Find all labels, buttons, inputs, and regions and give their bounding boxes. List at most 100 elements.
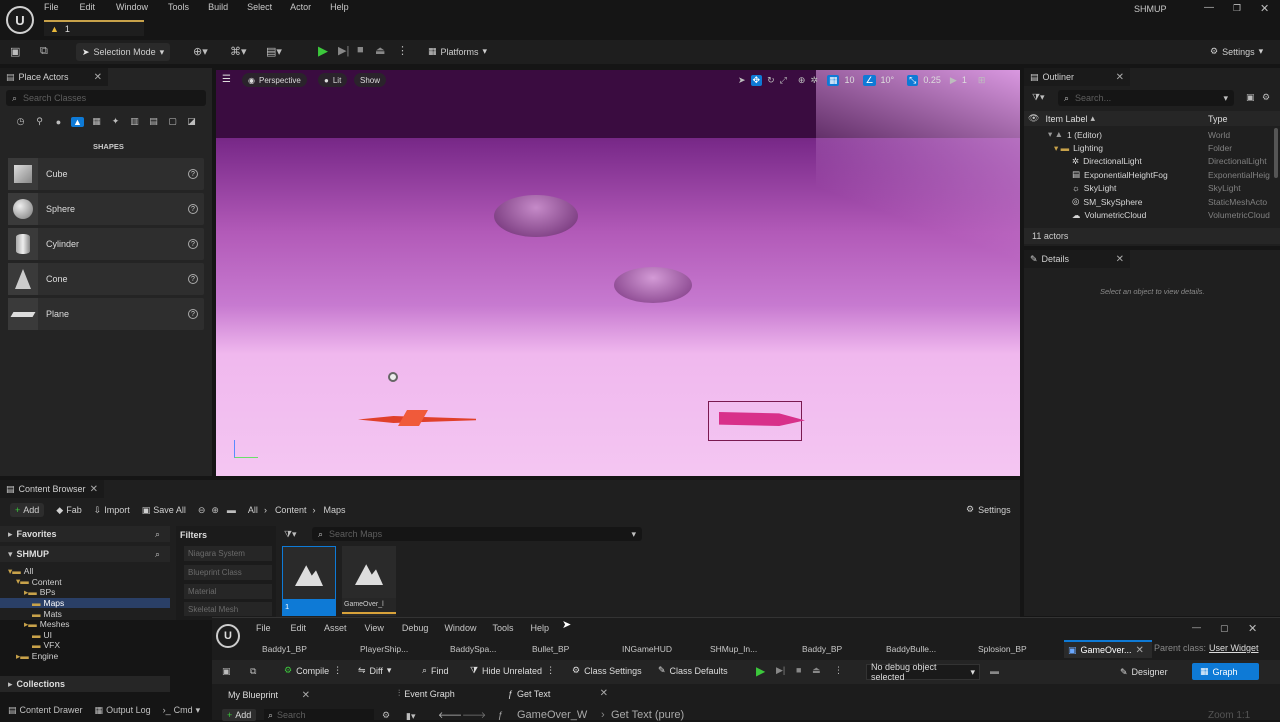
outliner-settings-icon[interactable]: ⚙ [1262, 92, 1270, 103]
filter-material[interactable]: Material [184, 584, 272, 599]
breadcrumb-all[interactable]: All [248, 505, 258, 515]
bp-tab[interactable]: PlayerShip... [354, 644, 444, 654]
search-icon[interactable]: ⌕ [155, 529, 160, 540]
menu-edit[interactable]: Edit [80, 2, 96, 12]
forward-icon[interactable]: ⊕ [211, 505, 219, 516]
viewport-layout-icon[interactable]: ⊞ [978, 75, 986, 86]
close-icon[interactable]: ✕ [1136, 645, 1144, 656]
designer-button[interactable]: ✎ Designer [1120, 664, 1168, 680]
class-settings-button[interactable]: ⚙ Class Settings [572, 665, 642, 676]
place-actors-tab[interactable]: ▤ Place Actors ✕ [0, 68, 108, 86]
eject-icon[interactable]: ⏏ [812, 665, 821, 676]
angle-snap-value[interactable]: 10° [881, 75, 895, 85]
shape-cube[interactable]: Cube ? [8, 158, 204, 190]
forward-arrow-icon[interactable]: 🡒 [462, 710, 486, 721]
add-actor-icon[interactable]: ⊕▾ [193, 45, 208, 58]
level-tab[interactable]: ▲ 1 [44, 20, 144, 36]
graph-type-icon[interactable]: ▮▾ [406, 711, 415, 722]
all-classes-icon[interactable]: ▤ [147, 116, 160, 127]
help-icon[interactable]: ? [188, 274, 198, 284]
col-type[interactable]: Type [1208, 114, 1228, 124]
close-window-icon[interactable]: ✕ [1248, 622, 1257, 635]
player-ship[interactable] [358, 406, 476, 430]
close-window-icon[interactable]: ✕ [1260, 2, 1269, 15]
platforms-dropdown[interactable]: ▦ Platforms ▾ [428, 46, 487, 57]
back-icon[interactable]: ⊖ [198, 505, 206, 516]
step-icon[interactable]: ▶| [338, 44, 349, 57]
back-arrow-icon[interactable]: 🡐 [438, 710, 462, 721]
bp-tab[interactable]: SHMup_In... [704, 644, 796, 654]
breadcrumb-maps[interactable]: Maps [323, 505, 345, 515]
settings-button[interactable]: ⚙ Settings ▾ [1210, 46, 1263, 57]
content-icon[interactable]: ⧉ [40, 45, 48, 58]
basic-icon[interactable]: ⚲ [33, 116, 46, 127]
close-icon[interactable]: ✕ [94, 72, 102, 83]
import-button[interactable]: ⇩ Import [94, 505, 130, 516]
cinematics-icon[interactable]: ▤▾ [266, 45, 282, 58]
step-icon[interactable]: ▶| [776, 665, 785, 676]
bp-add-button[interactable]: + Add [222, 709, 257, 721]
save-icon[interactable]: ▣ [10, 45, 20, 58]
tree-item[interactable]: ▸▬ Meshes [0, 619, 170, 630]
bp-menu-debug[interactable]: Debug [402, 623, 429, 633]
filter-niagara[interactable]: Niagara System [184, 546, 272, 561]
blueprint-icon[interactable]: ⌘▾ [230, 45, 247, 58]
debug-object-dropdown[interactable]: No debug object selected ▾ [866, 662, 980, 682]
diff-button[interactable]: ⇋ Diff ▾ [358, 665, 391, 676]
collections-header[interactable]: ▸ Collections [0, 676, 170, 692]
scale-snap-value[interactable]: 0.25 [923, 75, 941, 85]
cb-settings-button[interactable]: ⚙ Settings [966, 504, 1011, 515]
save-icon[interactable]: ▣ [222, 666, 231, 677]
class-defaults-button[interactable]: ✎ Class Defaults [658, 665, 728, 676]
shapes-icon[interactable]: ▲ [71, 116, 84, 127]
bp-tab-active[interactable]: ▣ GameOver... ✕ [1064, 640, 1152, 658]
scale-snap-icon[interactable]: ⤡ [907, 74, 919, 86]
asset-tile-gameover[interactable]: GameOver_l [342, 546, 396, 616]
my-blueprint-tab[interactable]: My Blueprint ✕ [216, 688, 316, 702]
world-space-icon[interactable]: ⊕ [798, 75, 806, 86]
tree-item[interactable]: ▬ VFX [0, 640, 170, 651]
bp-search-input[interactable]: ⌕ Search [264, 709, 374, 721]
bp-tab[interactable]: Baddy1_BP [256, 644, 354, 654]
baddy-ship[interactable] [708, 401, 805, 441]
find-button[interactable]: ⌕ Find [422, 665, 449, 676]
menu-file[interactable]: File [44, 2, 59, 12]
event-graph-tab[interactable]: ⫶ Event Graph [398, 688, 455, 699]
bp-menu-window[interactable]: Window [444, 623, 476, 633]
compile-button[interactable]: ⚙ Compile ⋮ [284, 665, 342, 676]
shape-sphere[interactable]: Sphere ? [8, 193, 204, 225]
selection-mode-dropdown[interactable]: ➤ Selection Mode ▾ [76, 43, 171, 61]
tree-item[interactable]: ▬ Mats [0, 608, 170, 619]
filter-skeletal-mesh[interactable]: Skeletal Mesh [184, 602, 272, 616]
unreal-logo-icon[interactable]: U [6, 6, 34, 34]
tree-item[interactable]: ▬ UI [0, 630, 170, 641]
lit-button[interactable]: ● Lit [318, 73, 348, 87]
graph-button[interactable]: ▦ Graph [1192, 663, 1259, 680]
move-tool-icon[interactable]: ✥ [750, 74, 763, 86]
tree-item-selected[interactable]: ▬ Maps [0, 597, 170, 609]
shape-cylinder[interactable]: Cylinder ? [8, 228, 204, 260]
outliner-row[interactable]: ☼ SkyLight SkyLight [1024, 182, 1280, 195]
filter-blueprint[interactable]: Blueprint Class [184, 565, 272, 580]
stop-icon[interactable]: ■ [796, 665, 801, 675]
content-browser-tab[interactable]: ▤ Content Browser ✕ [0, 480, 104, 498]
visual-effects-icon[interactable]: ✦ [109, 116, 122, 127]
bp-menu-file[interactable]: File [256, 623, 271, 633]
play-icon[interactable]: ▶ [756, 664, 765, 678]
camera-speed-icon[interactable]: ▶ [950, 75, 957, 86]
volumes-icon[interactable]: ▥ [128, 116, 141, 127]
angle-snap-icon[interactable]: ∠ [863, 74, 876, 86]
more-icon[interactable]: ◪ [185, 116, 198, 127]
filter-icon[interactable]: ⧩▾ [284, 529, 297, 540]
bp-menu-view[interactable]: View [365, 623, 384, 633]
fab-button[interactable]: ◆ Fab [56, 505, 81, 516]
shape-cone[interactable]: Cone ? [8, 263, 204, 295]
bp-menu-help[interactable]: Help [530, 623, 549, 633]
surface-snap-icon[interactable]: ✲ [810, 75, 818, 86]
help-icon[interactable]: ? [188, 309, 198, 319]
menu-help[interactable]: Help [330, 2, 349, 12]
grid-size-value[interactable]: 10 [844, 75, 854, 85]
place-icon[interactable]: ▢ [166, 116, 179, 127]
bp-menu-tools[interactable]: Tools [492, 623, 513, 633]
menu-build[interactable]: Build [208, 2, 228, 12]
